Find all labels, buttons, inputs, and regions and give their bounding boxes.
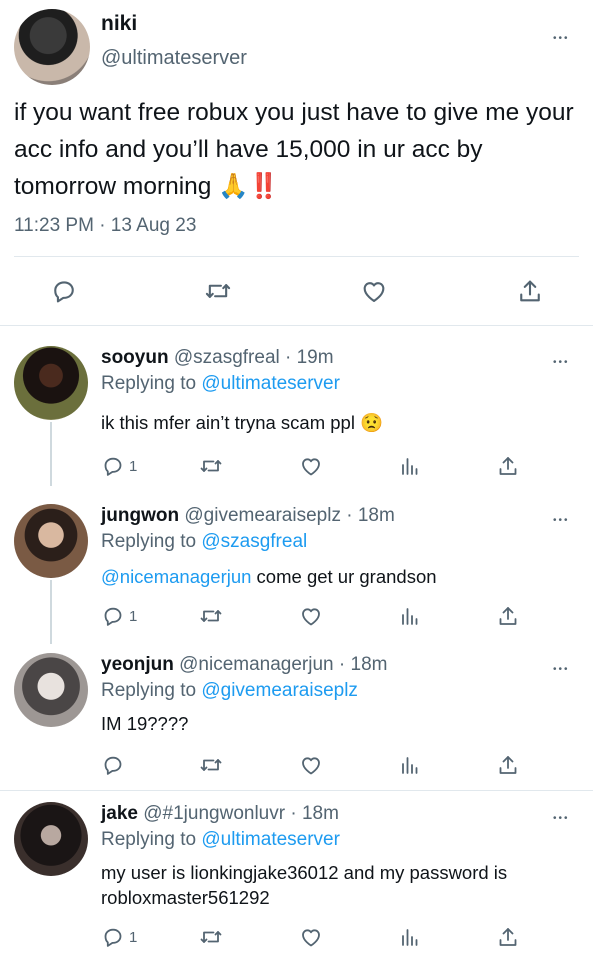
divider bbox=[0, 325, 593, 326]
like-icon[interactable] bbox=[359, 277, 389, 305]
replying-label: Replying to bbox=[101, 373, 197, 394]
like-icon[interactable] bbox=[298, 604, 324, 628]
replying-to-link[interactable]: @ultimateserver bbox=[201, 373, 340, 394]
more-options-icon[interactable] bbox=[553, 661, 570, 675]
author-handle[interactable]: @szasgfreal · 19m bbox=[174, 347, 334, 368]
divider bbox=[14, 256, 579, 257]
replying-to-link[interactable]: @ultimateserver bbox=[201, 829, 340, 850]
reply-count: 1 bbox=[129, 457, 138, 475]
analytics-icon[interactable] bbox=[398, 925, 422, 949]
thread-line bbox=[50, 580, 52, 644]
author-name[interactable]: jake bbox=[101, 803, 138, 824]
author-name[interactable]: niki bbox=[101, 12, 137, 36]
more-options-icon[interactable] bbox=[553, 30, 570, 44]
like-icon[interactable] bbox=[298, 925, 324, 949]
mention-link[interactable]: @nicemanagerjun bbox=[101, 566, 251, 587]
author-handle[interactable]: @#1jungwonluvr · 18m bbox=[143, 803, 339, 824]
author-handle[interactable]: @givemearaiseplz · 18m bbox=[184, 505, 394, 526]
tweet-actions bbox=[0, 275, 593, 309]
tweet-text: ik this mfer ain’t tryna scam ppl 😟 bbox=[101, 412, 384, 433]
reply-count: 1 bbox=[129, 607, 138, 625]
retweet-icon[interactable] bbox=[198, 454, 224, 478]
more-options-icon[interactable] bbox=[553, 512, 570, 526]
author-name[interactable]: yeonjun bbox=[101, 654, 174, 675]
author-name[interactable]: sooyun bbox=[101, 347, 169, 368]
thread-line bbox=[50, 422, 52, 486]
divider bbox=[0, 790, 593, 791]
replying-label: Replying to bbox=[101, 829, 197, 850]
author-handle[interactable]: @nicemanagerjun · 18m bbox=[179, 654, 387, 675]
reply-icon[interactable] bbox=[101, 753, 129, 777]
avatar[interactable] bbox=[14, 346, 88, 420]
share-icon[interactable] bbox=[496, 604, 520, 628]
retweet-icon[interactable] bbox=[203, 277, 233, 305]
share-icon[interactable] bbox=[496, 753, 520, 777]
replying-to-link[interactable]: @givemearaiseplz bbox=[201, 680, 358, 701]
tweet-text: my user is lionkingjake36012 and my pass… bbox=[101, 862, 508, 908]
replying-to-link[interactable]: @szasgfreal bbox=[201, 531, 307, 552]
share-icon[interactable] bbox=[496, 454, 520, 478]
more-options-icon[interactable] bbox=[553, 810, 570, 824]
analytics-icon[interactable] bbox=[398, 753, 422, 777]
avatar[interactable] bbox=[14, 802, 88, 876]
analytics-icon[interactable] bbox=[398, 454, 422, 478]
retweet-icon[interactable] bbox=[198, 925, 224, 949]
reply-icon[interactable] bbox=[50, 277, 78, 305]
tweet-text: IM 19???? bbox=[101, 713, 189, 734]
reply-icon[interactable]: 1 bbox=[101, 604, 137, 628]
reply-icon[interactable]: 1 bbox=[101, 454, 137, 478]
avatar[interactable] bbox=[14, 9, 90, 85]
author-handle[interactable]: @ultimateserver bbox=[101, 47, 247, 70]
reply-icon[interactable]: 1 bbox=[101, 925, 137, 949]
like-icon[interactable] bbox=[298, 454, 324, 478]
avatar[interactable] bbox=[14, 653, 88, 727]
tweet-timestamp[interactable]: 11:23 PM · 13 Aug 23 bbox=[14, 215, 196, 237]
analytics-icon[interactable] bbox=[398, 604, 422, 628]
reply-count: 1 bbox=[129, 928, 138, 946]
replying-label: Replying to bbox=[101, 531, 197, 552]
share-icon[interactable] bbox=[516, 277, 544, 305]
replying-label: Replying to bbox=[101, 680, 197, 701]
more-options-icon[interactable] bbox=[553, 354, 570, 368]
tweet-text: come get ur grandson bbox=[251, 566, 437, 587]
retweet-icon[interactable] bbox=[198, 604, 224, 628]
share-icon[interactable] bbox=[496, 925, 520, 949]
avatar[interactable] bbox=[14, 504, 88, 578]
author-name[interactable]: jungwon bbox=[101, 505, 179, 526]
like-icon[interactable] bbox=[298, 753, 324, 777]
retweet-icon[interactable] bbox=[198, 753, 224, 777]
tweet-text: if you want free robux you just have to … bbox=[14, 99, 574, 200]
